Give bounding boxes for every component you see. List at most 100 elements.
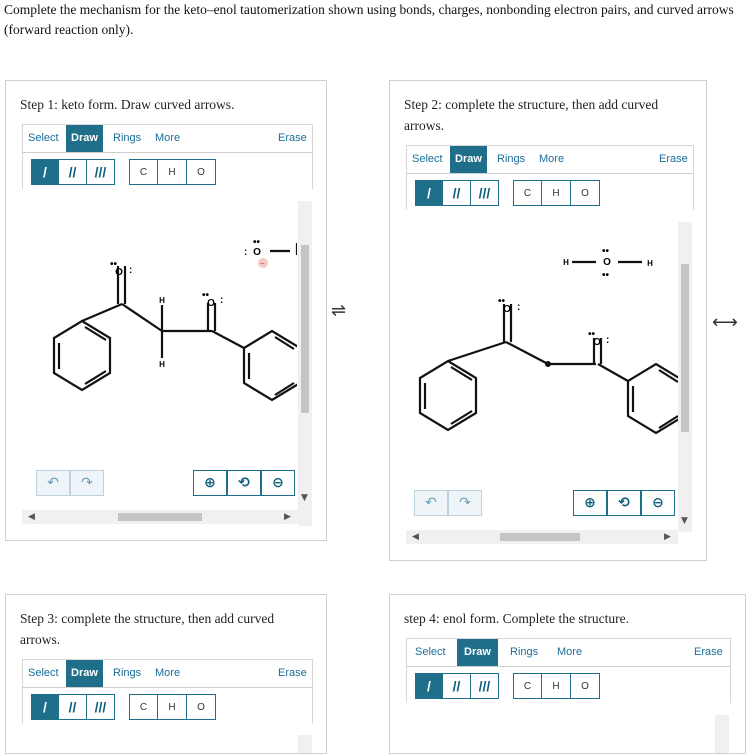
step3-vertical-scrollbar[interactable] (298, 735, 312, 753)
svg-text:••: •• (602, 246, 610, 257)
draw-tab[interactable]: Draw (457, 639, 498, 666)
question-prompt: Complete the mechanism for the keto–enol… (4, 2, 734, 37)
select-tab[interactable]: Select (415, 639, 446, 666)
undo-icon[interactable]: ↶ (414, 490, 448, 516)
hydrogen-atom-button[interactable]: H (542, 180, 571, 206)
step1-horizontal-scrollbar[interactable]: ◀ ▶ (22, 510, 298, 524)
erase-button[interactable]: Erase (278, 660, 307, 687)
carbon-atom-button[interactable]: C (513, 673, 542, 699)
single-bond-button[interactable]: / (415, 673, 443, 699)
svg-text:H: H (563, 258, 569, 267)
hydrogen-atom-button[interactable]: H (542, 673, 571, 699)
erase-button[interactable]: Erase (278, 125, 307, 152)
step1-drawing-canvas[interactable]: O •• : H H O •• : O : •• − (22, 193, 297, 483)
draw-tab[interactable]: Draw (66, 660, 103, 687)
erase-button[interactable]: Erase (694, 639, 723, 666)
triple-bond-button[interactable]: /// (471, 180, 499, 206)
more-tab[interactable]: More (539, 146, 564, 173)
step4-tool-row: / // /// C H O (406, 667, 731, 703)
equilibrium-arrows-icon: ⇌ (331, 300, 347, 321)
step3-panel: Step 3: complete the structure, then add… (5, 594, 327, 754)
hydrogen-atom-button[interactable]: H (158, 694, 187, 720)
svg-text:••: •• (202, 290, 210, 301)
step1-tool-row: / // /// C H O (22, 153, 313, 189)
zoom-out-icon[interactable]: ⊖ (261, 470, 295, 496)
step3-toolbar: Select Draw Rings More Erase (22, 659, 313, 688)
more-tab[interactable]: More (557, 639, 582, 666)
step1-vertical-scrollbar[interactable]: ▼ (298, 201, 312, 526)
svg-text:O: O (603, 257, 611, 268)
step2-toolbar: Select Draw Rings More Erase (406, 145, 694, 174)
step1-panel: Step 1: keto form. Draw curved arrows. S… (5, 80, 327, 541)
step4-panel: step 4: enol form. Complete the structur… (389, 594, 746, 754)
carbon-atom-button[interactable]: C (129, 694, 158, 720)
single-bond-button[interactable]: / (415, 180, 443, 206)
step4-vertical-scrollbar[interactable] (715, 715, 729, 753)
single-bond-button[interactable]: / (31, 159, 59, 185)
double-bond-button[interactable]: // (443, 673, 471, 699)
zoom-in-icon[interactable]: ⊕ (193, 470, 227, 496)
svg-text:••: •• (253, 237, 261, 248)
step2-panel: Step 2: complete the structure, then add… (389, 80, 707, 561)
double-bond-button[interactable]: // (59, 694, 87, 720)
step2-horizontal-scrollbar[interactable]: ◀ ▶ (406, 530, 678, 544)
hydrogen-atom-button[interactable]: H (158, 159, 187, 185)
carbon-atom-button[interactable]: C (129, 159, 158, 185)
oxygen-atom-button[interactable]: O (571, 180, 600, 206)
select-tab[interactable]: Select (28, 125, 59, 152)
erase-button[interactable]: Erase (659, 146, 688, 173)
svg-text:••: •• (602, 270, 610, 281)
step2-vertical-scrollbar[interactable]: ▼ (678, 222, 692, 532)
svg-text:H: H (159, 360, 165, 369)
svg-text:••: •• (588, 329, 596, 340)
more-tab[interactable]: More (155, 660, 180, 687)
step3-title: Step 3: complete the structure, then add… (20, 611, 275, 647)
select-tab[interactable]: Select (412, 146, 443, 173)
draw-tab[interactable]: Draw (450, 146, 487, 173)
step4-title: step 4: enol form. Complete the structur… (404, 611, 629, 626)
double-bond-button[interactable]: // (443, 180, 471, 206)
svg-text:••: •• (498, 296, 506, 307)
more-tab[interactable]: More (155, 125, 180, 152)
zoom-in-icon[interactable]: ⊕ (573, 490, 607, 516)
rings-tab[interactable]: Rings (497, 146, 525, 173)
carbon-atom-button[interactable]: C (513, 180, 542, 206)
step1-toolbar: Select Draw Rings More Erase (22, 124, 313, 153)
svg-text:−: − (260, 259, 265, 268)
redo-icon[interactable]: ↷ (448, 490, 482, 516)
zoom-out-icon[interactable]: ⊖ (641, 490, 675, 516)
triple-bond-button[interactable]: /// (87, 694, 115, 720)
svg-text::: : (517, 302, 520, 313)
oxygen-atom-button[interactable]: O (187, 694, 216, 720)
undo-icon[interactable]: ↶ (36, 470, 70, 496)
svg-text::: : (244, 247, 247, 258)
resonance-arrow-icon: ⟷ (712, 312, 738, 333)
svg-text::: : (220, 295, 223, 306)
select-tab[interactable]: Select (28, 660, 59, 687)
oxygen-atom-button[interactable]: O (571, 673, 600, 699)
step2-drawing-canvas[interactable]: H O •• •• H O •• : O •• : (406, 214, 678, 494)
rings-tab[interactable]: Rings (113, 660, 141, 687)
svg-text:H: H (647, 259, 653, 268)
zoom-reset-icon[interactable]: ⟲ (607, 490, 641, 516)
redo-icon[interactable]: ↷ (70, 470, 104, 496)
draw-tab[interactable]: Draw (66, 125, 103, 152)
step2-title: Step 2: complete the structure, then add… (404, 97, 659, 133)
step4-toolbar: Select Draw Rings More Erase (406, 638, 731, 667)
step3-tool-row: / // /// C H O (22, 688, 313, 724)
svg-text:••: •• (110, 259, 118, 270)
single-bond-button[interactable]: / (31, 694, 59, 720)
svg-text::: : (606, 335, 609, 346)
step1-title: Step 1: keto form. Draw curved arrows. (20, 97, 235, 112)
step2-tool-row: / // /// C H O (406, 174, 694, 210)
double-bond-button[interactable]: // (59, 159, 87, 185)
svg-text:O: O (253, 247, 261, 258)
svg-text:H: H (159, 296, 165, 305)
oxygen-atom-button[interactable]: O (187, 159, 216, 185)
zoom-reset-icon[interactable]: ⟲ (227, 470, 261, 496)
triple-bond-button[interactable]: /// (471, 673, 499, 699)
triple-bond-button[interactable]: /// (87, 159, 115, 185)
rings-tab[interactable]: Rings (510, 639, 538, 666)
rings-tab[interactable]: Rings (113, 125, 141, 152)
svg-text::: : (129, 265, 132, 276)
